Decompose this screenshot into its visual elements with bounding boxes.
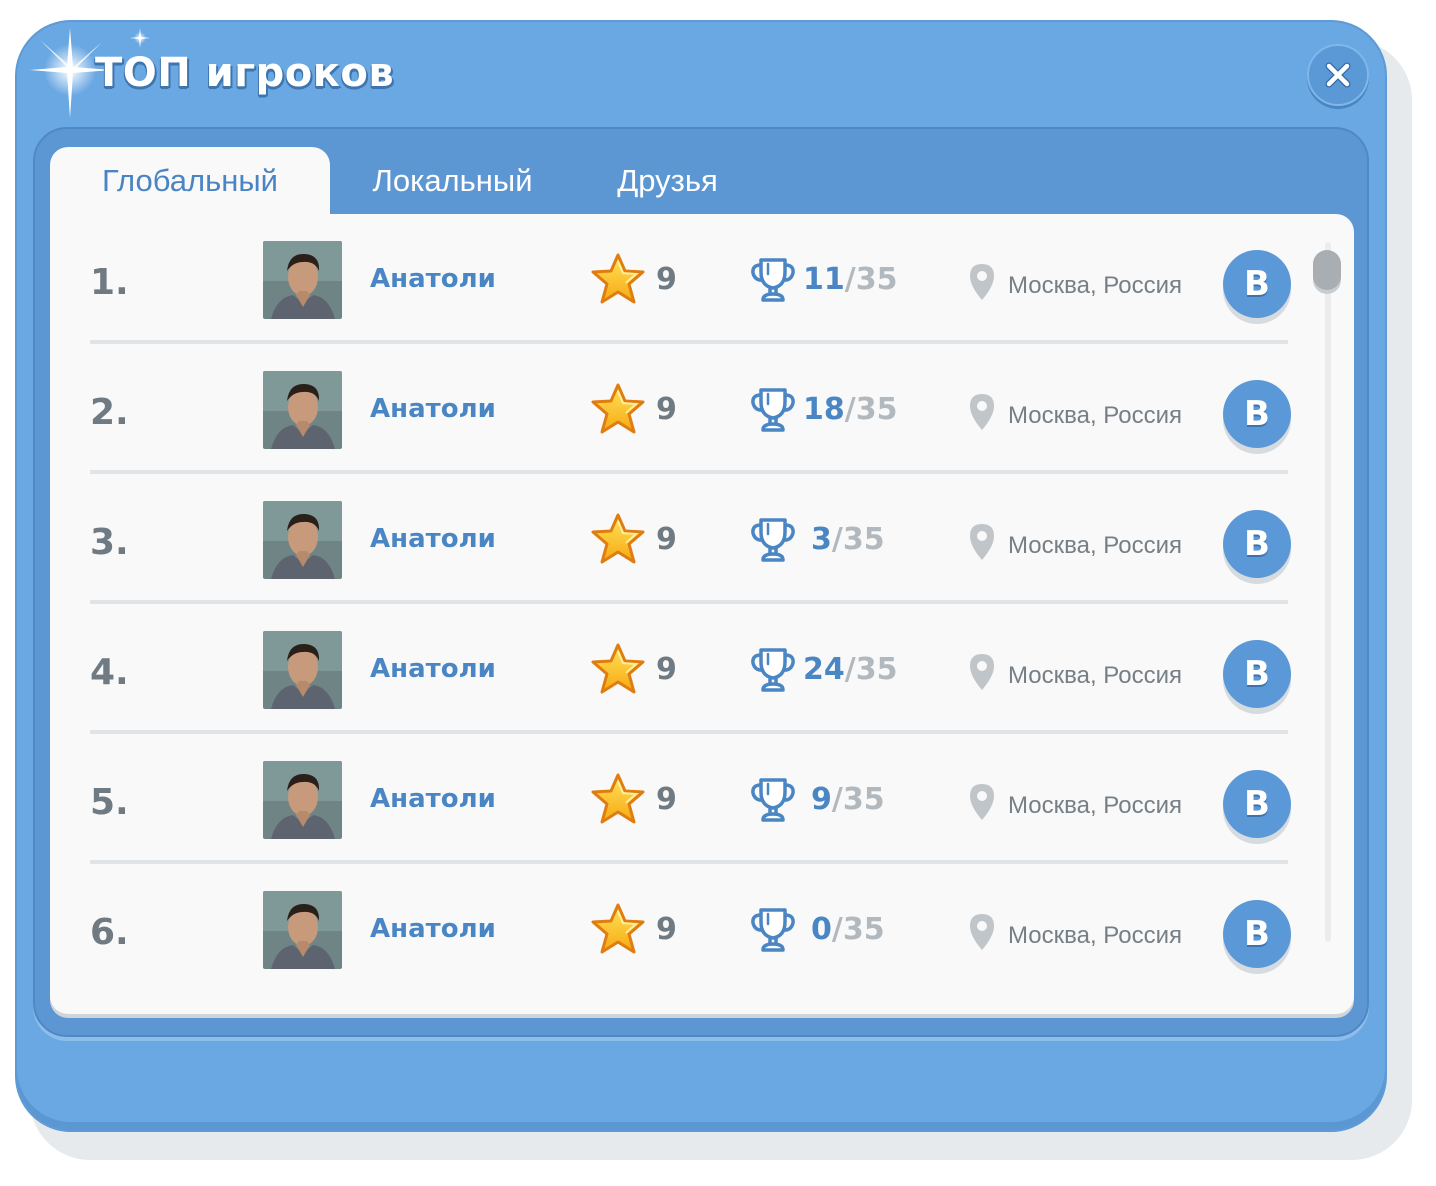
player-location: Москва, Россия — [1008, 662, 1182, 689]
player-rank: 1. — [90, 262, 129, 303]
location-pin-icon — [970, 654, 994, 690]
stars-count: 9 — [656, 912, 677, 947]
stars-count: 9 — [656, 262, 677, 297]
location-pin-icon — [970, 914, 994, 950]
star-icon — [591, 773, 645, 824]
vk-icon: В — [1244, 784, 1270, 824]
location-pin-icon — [970, 524, 994, 560]
vk-profile-button[interactable]: В — [1223, 380, 1291, 448]
star-icon — [591, 643, 645, 694]
star-icon — [591, 513, 645, 564]
avatar[interactable] — [263, 501, 342, 579]
tab-global[interactable]: Глобальный — [50, 147, 330, 215]
vk-profile-button[interactable]: В — [1223, 770, 1291, 838]
stars-count: 9 — [656, 652, 677, 687]
player-row: 1. Анатоли 9 11/35 Москва, Россия В — [50, 214, 1320, 344]
cups-total: /35 — [844, 652, 898, 687]
vk-icon: В — [1244, 264, 1270, 304]
avatar[interactable] — [263, 761, 342, 839]
star-icon — [591, 383, 645, 434]
player-name[interactable]: Анатоли — [370, 394, 496, 424]
vk-profile-button[interactable]: В — [1223, 900, 1291, 968]
star-icon — [591, 253, 645, 304]
close-icon — [1325, 62, 1351, 88]
player-rank: 4. — [90, 652, 129, 693]
cups-won: 11 — [803, 262, 845, 297]
player-rank: 6. — [90, 912, 129, 953]
cups-score: 11/35 — [803, 262, 897, 297]
window-title: ТОП игроков — [95, 50, 395, 96]
avatar-photo — [263, 761, 342, 839]
trophy-icon — [751, 388, 795, 432]
avatar-photo — [263, 501, 342, 579]
cups-total: /35 — [844, 392, 898, 427]
vk-icon: В — [1244, 394, 1270, 434]
cups-won: 3 — [811, 522, 832, 557]
cups-total: /35 — [831, 912, 885, 947]
player-rank: 2. — [90, 392, 129, 433]
player-rank: 3. — [90, 522, 129, 563]
trophy-icon — [751, 648, 795, 692]
cups-score: 3/35 — [811, 522, 885, 557]
vk-icon: В — [1244, 654, 1270, 694]
cups-score: 9/35 — [811, 782, 885, 817]
player-location: Москва, Россия — [1008, 922, 1182, 949]
cups-total: /35 — [831, 782, 885, 817]
avatar-photo — [263, 371, 342, 449]
trophy-icon — [751, 778, 795, 822]
avatar-photo — [263, 241, 342, 319]
trophy-icon — [751, 908, 795, 952]
vk-profile-button[interactable]: В — [1223, 250, 1291, 318]
vk-icon: В — [1244, 524, 1270, 564]
tab-local[interactable]: Локальный — [345, 147, 560, 215]
cups-score: 24/35 — [803, 652, 897, 687]
stars-count: 9 — [656, 392, 677, 427]
avatar[interactable] — [263, 371, 342, 449]
player-location: Москва, Россия — [1008, 532, 1182, 559]
cups-won: 9 — [811, 782, 832, 817]
player-name[interactable]: Анатоли — [370, 264, 496, 294]
avatar-photo — [263, 891, 342, 969]
cups-won: 18 — [803, 392, 845, 427]
cups-total: /35 — [844, 262, 898, 297]
star-icon — [591, 903, 645, 954]
player-location: Москва, Россия — [1008, 792, 1182, 819]
cups-total: /35 — [831, 522, 885, 557]
location-pin-icon — [970, 394, 994, 430]
scrollbar-thumb[interactable] — [1313, 250, 1341, 290]
avatar-photo — [263, 631, 342, 709]
cups-won: 0 — [811, 912, 832, 947]
location-pin-icon — [970, 264, 994, 300]
player-row: 2. Анатоли 9 18/35 Москва, Россия В — [50, 344, 1320, 474]
vk-icon: В — [1244, 914, 1270, 954]
vk-profile-button[interactable]: В — [1223, 640, 1291, 708]
cups-score: 18/35 — [803, 392, 897, 427]
avatar[interactable] — [263, 631, 342, 709]
player-rank: 5. — [90, 782, 129, 823]
trophy-icon — [751, 518, 795, 562]
cups-score: 0/35 — [811, 912, 885, 947]
avatar[interactable] — [263, 891, 342, 969]
player-row: 5. Анатоли 9 9/35 Москва, Россия В — [50, 734, 1320, 864]
player-name[interactable]: Анатоли — [370, 784, 496, 814]
scrollbar-track[interactable] — [1325, 242, 1331, 942]
player-name[interactable]: Анатоли — [370, 654, 496, 684]
player-row: 3. Анатоли 9 3/35 Москва, Россия В — [50, 474, 1320, 604]
tab-friends[interactable]: Друзья — [590, 147, 745, 215]
avatar[interactable] — [263, 241, 342, 319]
stars-count: 9 — [656, 782, 677, 817]
player-name[interactable]: Анатоли — [370, 524, 496, 554]
player-location: Москва, Россия — [1008, 402, 1182, 429]
leaderboard-list: 1. Анатоли 9 11/35 Москва, Россия В 2. А… — [50, 214, 1354, 1014]
player-row: 6. Анатоли 9 0/35 Москва, Россия В — [50, 864, 1320, 994]
trophy-icon — [751, 258, 795, 302]
player-row: 4. Анатоли 9 24/35 Москва, Россия В — [50, 604, 1320, 734]
close-button[interactable] — [1307, 44, 1369, 106]
cups-won: 24 — [803, 652, 845, 687]
vk-profile-button[interactable]: В — [1223, 510, 1291, 578]
stars-count: 9 — [656, 522, 677, 557]
player-location: Москва, Россия — [1008, 272, 1182, 299]
location-pin-icon — [970, 784, 994, 820]
player-name[interactable]: Анатоли — [370, 914, 496, 944]
